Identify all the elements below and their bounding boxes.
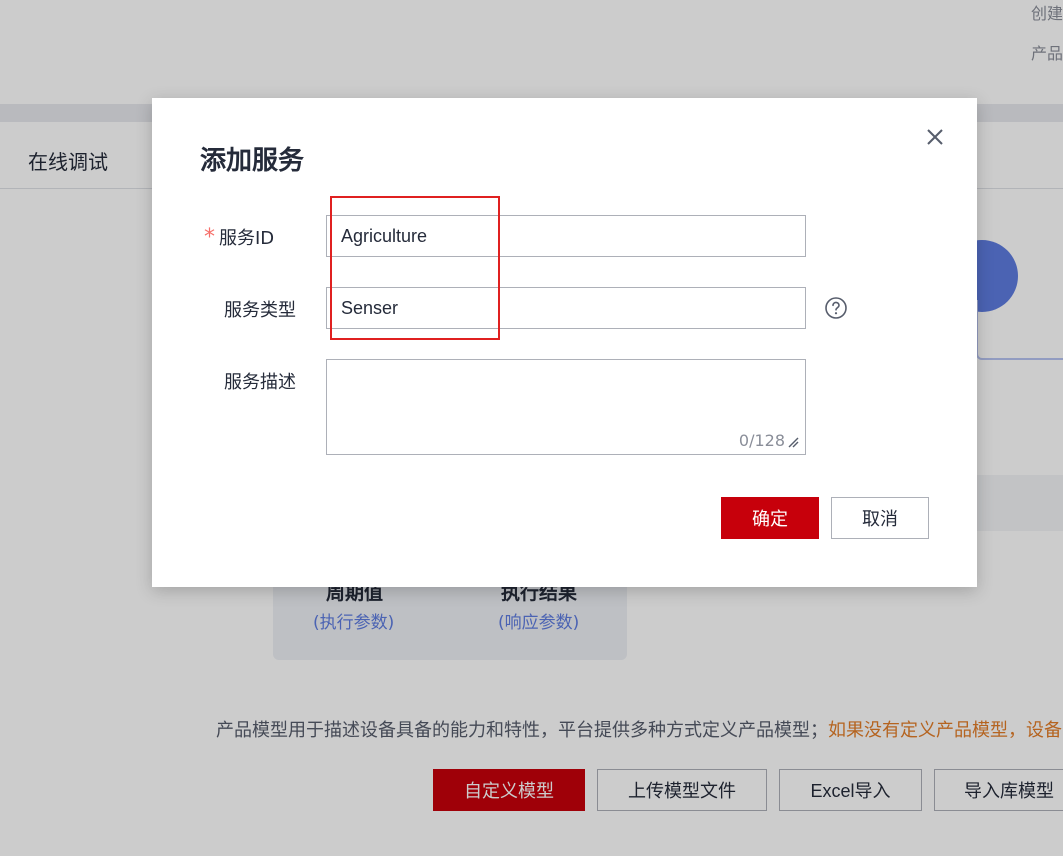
service-type-input[interactable] <box>326 287 806 329</box>
service-desc-textarea[interactable]: 0/128 <box>326 359 806 455</box>
resize-handle-icon[interactable] <box>787 436 799 448</box>
add-service-dialog: 添加服务 *服务ID 服务类型 服务描述 0/128 确定 取消 <box>152 98 977 587</box>
cancel-button[interactable]: 取消 <box>831 497 929 539</box>
service-desc-label: 服务描述 <box>224 372 296 393</box>
service-id-label: * 服务ID <box>204 224 274 250</box>
ok-button[interactable]: 确定 <box>721 497 819 539</box>
service-id-label-text: 服务ID <box>219 228 275 249</box>
service-id-input[interactable] <box>326 215 806 257</box>
service-type-label: 服务类型 <box>224 300 296 321</box>
help-button[interactable] <box>824 296 848 320</box>
question-circle-icon <box>825 297 847 319</box>
close-icon <box>927 129 943 145</box>
dialog-title: 添加服务 <box>200 146 305 176</box>
close-button[interactable] <box>922 124 948 150</box>
required-star: * <box>204 225 215 250</box>
char-count: 0/128 <box>738 431 785 450</box>
